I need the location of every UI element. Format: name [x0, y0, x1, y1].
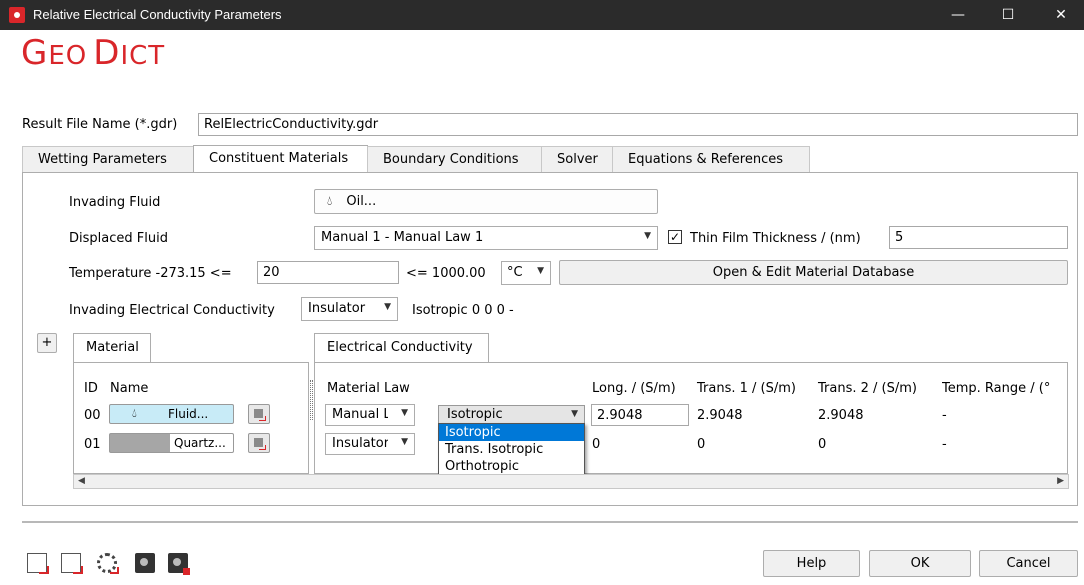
add-button[interactable]: + — [37, 333, 57, 353]
save-parameters-icon[interactable] — [61, 553, 83, 574]
horizontal-scrollbar[interactable]: ◀ ▶ — [73, 474, 1069, 489]
result-file-label: Result File Name (*.gdr) — [22, 117, 178, 132]
temperature-unit-select[interactable]: °C ▼ — [501, 261, 551, 285]
anisotropy-select[interactable]: Isotropic ▼ — [438, 405, 585, 425]
geodict-logo: GEO DICT — [21, 33, 166, 73]
invading-conductivity-select[interactable]: Insulator ▼ — [301, 297, 398, 321]
material-id: 01 — [84, 437, 101, 452]
title-bar: Relative Electrical Conductivity Paramet… — [0, 0, 1084, 30]
tab-electrical-conductivity[interactable]: Electrical Conductivity — [314, 333, 489, 363]
invading-conductivity-label: Invading Electrical Conductivity — [69, 303, 275, 318]
col-trans2: Trans. 2 / (S/m) — [818, 381, 917, 396]
edit-material-icon[interactable] — [248, 433, 270, 453]
window-title: Relative Electrical Conductivity Paramet… — [33, 7, 282, 22]
trans1-value: 2.9048 — [697, 408, 743, 423]
material-fluid-button[interactable]: 💧︎ Fluid... — [109, 404, 234, 424]
long-conductivity-value: 0 — [592, 437, 601, 452]
tab-equations-references[interactable]: Equations & References — [612, 146, 810, 172]
tab-material[interactable]: Material — [73, 333, 151, 363]
splitter-handle[interactable] — [310, 380, 313, 420]
col-long: Long. / (S/m) — [592, 381, 676, 396]
drop-icon: 💧︎ — [327, 194, 333, 209]
tab-boundary-conditions[interactable]: Boundary Conditions — [367, 146, 542, 172]
temperature-label: Temperature -273.15 <= — [69, 266, 232, 281]
temp-range-value: - — [942, 437, 947, 452]
help-button[interactable]: Help — [763, 550, 860, 577]
app-icon — [9, 7, 25, 23]
run-icon[interactable] — [135, 553, 155, 573]
chevron-down-icon: ▼ — [644, 231, 651, 241]
chevron-down-icon: ▼ — [401, 437, 408, 447]
material-quartz-button[interactable]: Quartz... — [109, 433, 234, 453]
long-conductivity-input[interactable] — [591, 404, 689, 426]
material-law-select[interactable]: Manual L ▼ — [325, 404, 415, 426]
displaced-fluid-label: Displaced Fluid — [69, 231, 168, 246]
load-parameters-icon[interactable] — [27, 553, 49, 574]
temperature-input[interactable] — [257, 261, 399, 284]
tab-wetting-parameters[interactable]: Wetting Parameters — [22, 146, 194, 172]
tab-constituent-materials[interactable]: Constituent Materials — [193, 145, 368, 173]
settings-gear-icon[interactable] — [97, 553, 119, 574]
displaced-fluid-select[interactable]: Manual 1 - Manual Law 1 ▼ — [314, 226, 658, 250]
invading-fluid-button[interactable]: 💧︎ Oil... — [314, 189, 658, 214]
maximize-button[interactable]: ☐ — [985, 0, 1031, 30]
result-file-input[interactable] — [198, 113, 1078, 136]
edit-material-icon[interactable] — [248, 404, 270, 424]
close-button[interactable]: ✕ — [1038, 0, 1084, 30]
scroll-left-icon[interactable]: ◀ — [78, 476, 85, 486]
col-id: ID — [84, 381, 98, 396]
thin-film-label: Thin Film Thickness / (nm) — [690, 231, 861, 246]
divider — [22, 521, 1078, 523]
minimize-button[interactable]: — — [935, 0, 981, 30]
dropdown-option-orthotropic[interactable]: Orthotropic — [439, 458, 584, 475]
anisotropy-dropdown-list: Isotropic Trans. Isotropic Orthotropic — [438, 423, 585, 480]
col-trans1: Trans. 1 / (S/m) — [697, 381, 796, 396]
dropdown-option-trans-isotropic[interactable]: Trans. Isotropic — [439, 441, 584, 458]
material-law-select[interactable]: Insulator ▼ — [325, 433, 415, 455]
trans2-value: 2.9048 — [818, 408, 864, 423]
thin-film-input[interactable] — [889, 226, 1068, 249]
chevron-down-icon: ▼ — [571, 409, 578, 419]
thin-film-checkbox[interactable]: ✓ — [668, 230, 682, 244]
invading-fluid-label: Invading Fluid — [69, 195, 161, 210]
material-id: 00 — [84, 408, 101, 423]
chevron-down-icon: ▼ — [537, 266, 544, 276]
col-temp-range: Temp. Range / (° — [942, 381, 1051, 396]
run-save-icon[interactable] — [168, 553, 190, 575]
trans2-value: 0 — [818, 437, 827, 452]
chevron-down-icon: ▼ — [401, 408, 408, 418]
dropdown-option-isotropic[interactable]: Isotropic — [439, 424, 584, 441]
invading-conductivity-info: Isotropic 0 0 0 - — [412, 303, 514, 318]
open-edit-material-database-button[interactable]: Open & Edit Material Database — [559, 260, 1068, 285]
chevron-down-icon: ▼ — [384, 302, 391, 312]
temperature-max-label: <= 1000.00 — [406, 266, 486, 281]
cancel-button[interactable]: Cancel — [979, 550, 1078, 577]
col-name: Name — [110, 381, 149, 396]
scroll-right-icon[interactable]: ▶ — [1057, 476, 1064, 486]
col-material-law: Material Law — [327, 381, 410, 396]
ok-button[interactable]: OK — [869, 550, 971, 577]
temp-range-value: - — [942, 408, 947, 423]
tab-solver[interactable]: Solver — [541, 146, 613, 172]
trans1-value: 0 — [697, 437, 706, 452]
drop-icon: 💧︎ — [132, 406, 137, 420]
conductivity-panel — [314, 362, 1068, 474]
